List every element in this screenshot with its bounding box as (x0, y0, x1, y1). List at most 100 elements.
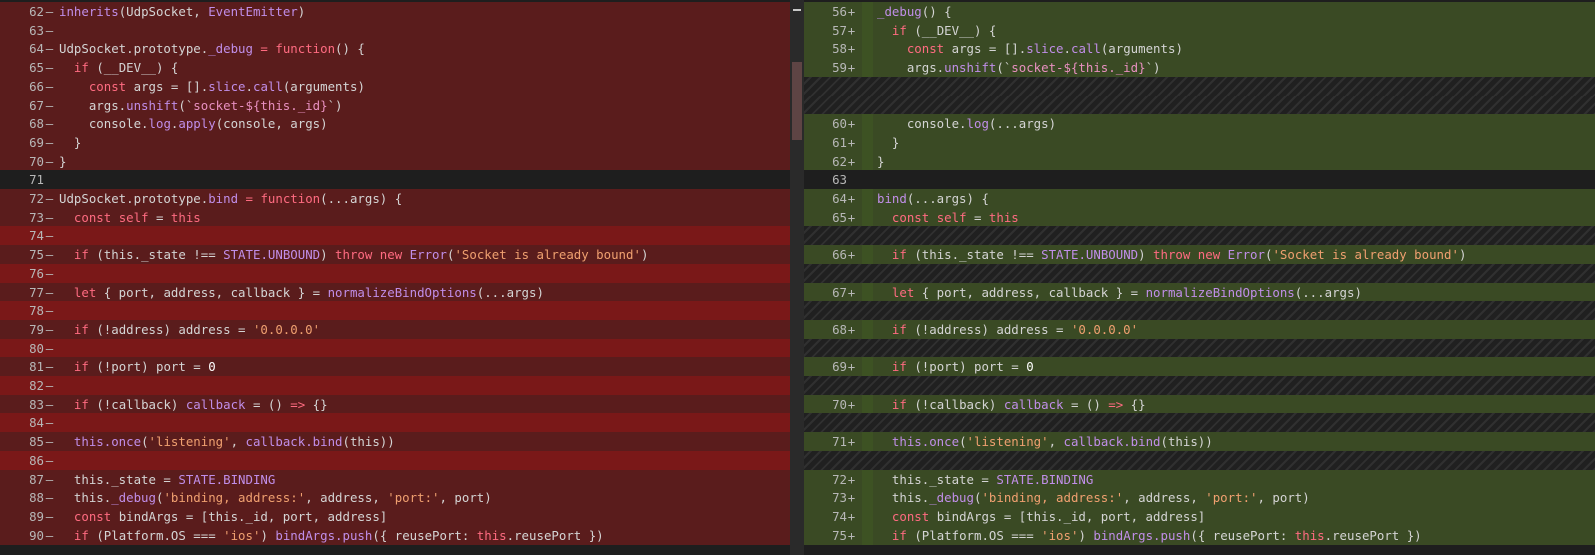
code-text[interactable]: console.log.apply(console, args) (59, 114, 328, 133)
code-line[interactable]: 59 + args.unshift(`socket-${this._id}`) (804, 58, 1595, 78)
code-text[interactable]: if (!callback) callback = () => {} (59, 395, 328, 414)
code-text[interactable]: } (877, 133, 899, 152)
code-text[interactable]: bind(...args) { (877, 189, 989, 208)
code-line[interactable]: 64— UdpSocket.prototype._debug = function… (0, 39, 790, 59)
code-line[interactable]: 71 (0, 170, 790, 190)
code-line[interactable]: 68— console.log.apply(console, args) (0, 114, 790, 134)
code-text[interactable]: } (59, 133, 81, 152)
code-text[interactable]: let { port, address, callback } = normal… (877, 283, 1362, 302)
code-line[interactable]: 82— (0, 376, 790, 395)
code-text[interactable]: if (__DEV__) { (877, 21, 996, 40)
code-line[interactable]: 65— if (__DEV__) { (0, 58, 790, 78)
code-text[interactable]: if (!port) port = 0 (877, 357, 1034, 376)
code-line[interactable]: 66— const args = [].slice.call(arguments… (0, 76, 790, 96)
diff-filler-row[interactable] (804, 263, 1595, 283)
diff-filler-row[interactable] (804, 450, 1595, 470)
code-line[interactable]: 57 + if (__DEV__) { (804, 20, 1595, 40)
code-line[interactable]: 67 + let { port, address, callback } = no… (804, 282, 1595, 302)
overview-ruler[interactable] (790, 0, 804, 555)
code-text[interactable]: if (!address) address = '0.0.0.0' (877, 320, 1138, 339)
code-text[interactable]: if (!callback) callback = () => {} (877, 395, 1146, 414)
code-text[interactable]: const args = [].slice.call(arguments) (59, 77, 365, 96)
code-line[interactable]: 86— (0, 450, 790, 470)
code-line[interactable]: 72— UdpSocket.prototype.bind = function(.… (0, 189, 790, 208)
scrollbar-thumb[interactable] (792, 62, 802, 140)
diff-filler-row[interactable] (804, 76, 1595, 96)
code-line[interactable]: 66 + if (this._state !== STATE.UNBOUND) t… (804, 245, 1595, 265)
code-text[interactable]: console.log(...args) (877, 114, 1056, 133)
code-line[interactable]: 83— if (!callback) callback = () => {} (0, 394, 790, 414)
diff-filler-row[interactable] (804, 376, 1595, 395)
diff-filler-row[interactable] (804, 95, 1595, 115)
code-line[interactable]: 62— inherits(UdpSocket, EventEmitter) (0, 2, 790, 21)
code-line[interactable]: 72 + this._state = STATE.BINDING (804, 469, 1595, 489)
code-text[interactable]: const bindArgs = [this._id, port, addres… (877, 507, 1205, 526)
code-text[interactable]: const self = this (877, 208, 1019, 227)
code-line[interactable]: 90— if (Platform.OS === 'ios') bindArgs.… (0, 525, 790, 545)
code-line[interactable]: 75— if (this._state !== STATE.UNBOUND) t… (0, 245, 790, 265)
diff-filler-row[interactable] (804, 413, 1595, 433)
code-line[interactable]: 73— const self = this (0, 207, 790, 227)
code-line[interactable]: 74— (0, 226, 790, 246)
code-text[interactable]: this._debug('binding, address:', address… (59, 488, 492, 507)
code-line[interactable]: 85— this.once('listening', callback.bind… (0, 432, 790, 452)
code-line[interactable]: 79— if (!address) address = '0.0.0.0' (0, 319, 790, 339)
code-line[interactable]: 78— (0, 301, 790, 321)
diff-filler-row[interactable] (804, 301, 1595, 321)
code-text[interactable]: this.once('listening', callback.bind(thi… (59, 432, 395, 451)
code-line[interactable]: 56 + _debug() { (804, 2, 1595, 21)
code-text[interactable]: if (this._state !== STATE.UNBOUND) throw… (877, 245, 1467, 264)
code-text[interactable]: if (!address) address = '0.0.0.0' (59, 320, 320, 339)
code-line[interactable]: 77— let { port, address, callback } = no… (0, 282, 790, 302)
code-text[interactable]: this._state = STATE.BINDING (59, 470, 275, 489)
code-line[interactable]: 89— const bindArgs = [this._id, port, ad… (0, 506, 790, 526)
code-text[interactable]: const bindArgs = [this._id, port, addres… (59, 507, 387, 526)
code-line[interactable]: 63 (804, 170, 1595, 190)
code-line[interactable]: 73 + this._debug('binding, address:', add… (804, 488, 1595, 508)
code-line[interactable]: 69 + if (!port) port = 0 (804, 357, 1595, 377)
code-line[interactable]: 74 + const bindArgs = [this._id, port, ad… (804, 506, 1595, 526)
code-line[interactable]: 68 + if (!address) address = '0.0.0.0' (804, 319, 1595, 339)
code-text[interactable]: inherits(UdpSocket, EventEmitter) (59, 2, 305, 21)
code-text[interactable]: const args = [].slice.call(arguments) (877, 39, 1183, 58)
modified-pane[interactable]: 56 + _debug() {57 + if (__DEV__) {58 + const… (804, 0, 1595, 555)
code-line[interactable]: 69— } (0, 132, 790, 152)
code-text[interactable]: this.once('listening', callback.bind(thi… (877, 432, 1213, 451)
code-line[interactable]: 62 +} (804, 151, 1595, 171)
code-text[interactable]: if (!port) port = 0 (59, 357, 216, 376)
code-text[interactable]: this._state = STATE.BINDING (877, 470, 1093, 489)
code-line[interactable]: 65 + const self = this (804, 207, 1595, 227)
code-text[interactable]: _debug() { (877, 2, 952, 21)
code-text[interactable]: UdpSocket.prototype._debug = function() … (59, 39, 365, 58)
code-line[interactable]: 75 + if (Platform.OS === 'ios') bindArgs.… (804, 525, 1595, 545)
code-text[interactable]: const self = this (59, 208, 201, 227)
code-line[interactable]: 80— (0, 338, 790, 358)
code-line[interactable]: 71 + this.once('listening', callback.bind… (804, 432, 1595, 452)
code-line[interactable]: 87— this._state = STATE.BINDING (0, 469, 790, 489)
code-text[interactable]: this._debug('binding, address:', address… (877, 488, 1310, 507)
code-text[interactable]: let { port, address, callback } = normal… (59, 283, 544, 302)
code-text[interactable]: args.unshift(`socket-${this._id}`) (59, 96, 343, 115)
code-text[interactable]: UdpSocket.prototype.bind = function(...a… (59, 189, 402, 208)
code-line[interactable]: 88— this._debug('binding, address:', add… (0, 488, 790, 508)
code-line[interactable]: 63— (0, 20, 790, 40)
code-line[interactable]: 58 + const args = [].slice.call(arguments… (804, 39, 1595, 59)
code-text[interactable]: if (__DEV__) { (59, 58, 178, 77)
diff-filler-row[interactable] (804, 338, 1595, 358)
code-line[interactable]: 64 + bind(...args) { (804, 189, 1595, 208)
code-text[interactable]: if (this._state !== STATE.UNBOUND) throw… (59, 245, 649, 264)
code-line[interactable]: 70—} (0, 151, 790, 171)
code-line[interactable]: 81— if (!port) port = 0 (0, 357, 790, 377)
original-pane[interactable]: 62— inherits(UdpSocket, EventEmitter) 63—6… (0, 0, 790, 555)
code-line[interactable]: 84— (0, 413, 790, 433)
code-line[interactable]: 61 + } (804, 132, 1595, 152)
code-text[interactable]: } (59, 152, 66, 171)
code-line[interactable]: 70 + if (!callback) callback = () => {} (804, 394, 1595, 414)
code-text[interactable]: args.unshift(`socket-${this._id}`) (877, 58, 1161, 77)
code-line[interactable]: 76— (0, 263, 790, 283)
code-text[interactable]: if (Platform.OS === 'ios') bindArgs.push… (877, 526, 1422, 545)
code-line[interactable]: 60 + console.log(...args) (804, 114, 1595, 134)
code-line[interactable]: 67— args.unshift(`socket-${this._id}`) (0, 95, 790, 115)
code-text[interactable]: } (877, 152, 884, 171)
diff-filler-row[interactable] (804, 226, 1595, 246)
